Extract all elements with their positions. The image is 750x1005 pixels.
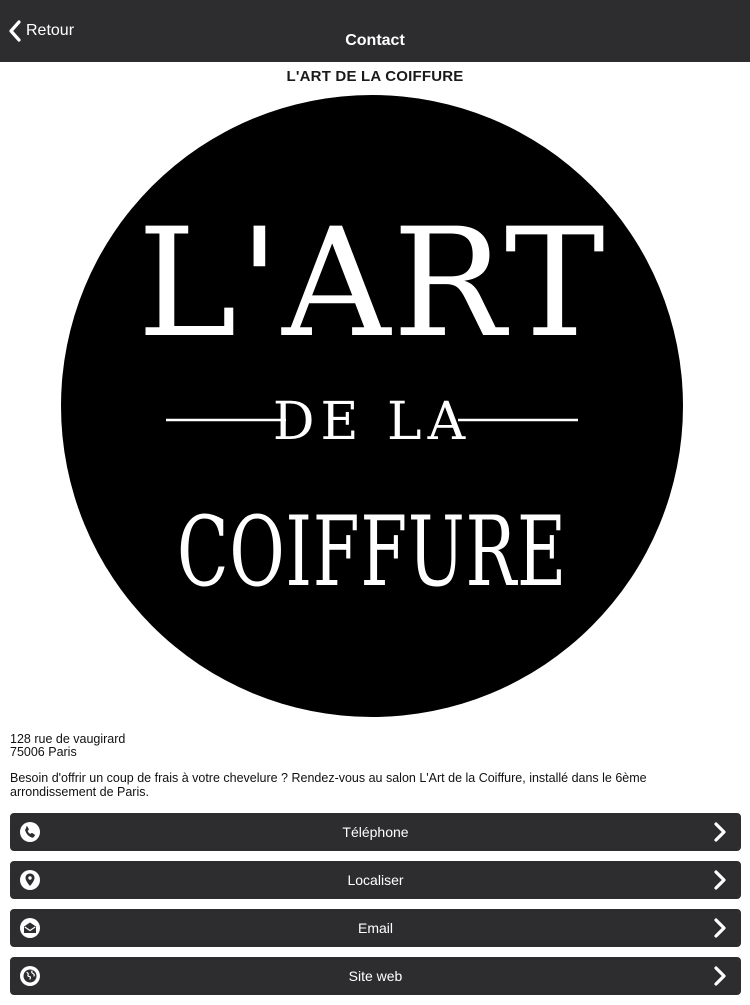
salon-logo: L'ART DE LA COIFFURE (61, 95, 683, 717)
phone-button-label: Téléphone (342, 824, 409, 840)
logo-line-coiffure: COIFFURE (177, 496, 567, 608)
website-button-label: Site web (348, 968, 403, 984)
logo-line-dela: DE LA (273, 392, 471, 452)
website-button[interactable]: Site web (10, 957, 741, 995)
chevron-right-icon (713, 918, 727, 938)
locate-button-label: Localiser (347, 872, 404, 888)
navigation-bar: Retour Contact (0, 0, 750, 62)
locate-button[interactable]: Localiser (10, 861, 741, 899)
chevron-right-icon (713, 870, 727, 890)
logo-line-lart: L'ART (137, 197, 607, 371)
phone-button[interactable]: Téléphone (10, 813, 741, 851)
chevron-right-icon (713, 822, 727, 842)
address-city: 75006 Paris (10, 745, 77, 759)
email-button[interactable]: Email (10, 909, 741, 947)
salon-title: L'ART DE LA COIFFURE (286, 68, 464, 85)
address-block: 128 rue de vaugirard 75006 Paris (10, 733, 125, 759)
chevron-right-icon (713, 966, 727, 986)
email-button-label: Email (357, 920, 393, 936)
contact-actions: Téléphone Localiser Email Site web (10, 813, 741, 1005)
salon-description: Besoin d'offrir un coup de frais à votre… (10, 771, 647, 799)
page-title: Contact (345, 32, 405, 49)
